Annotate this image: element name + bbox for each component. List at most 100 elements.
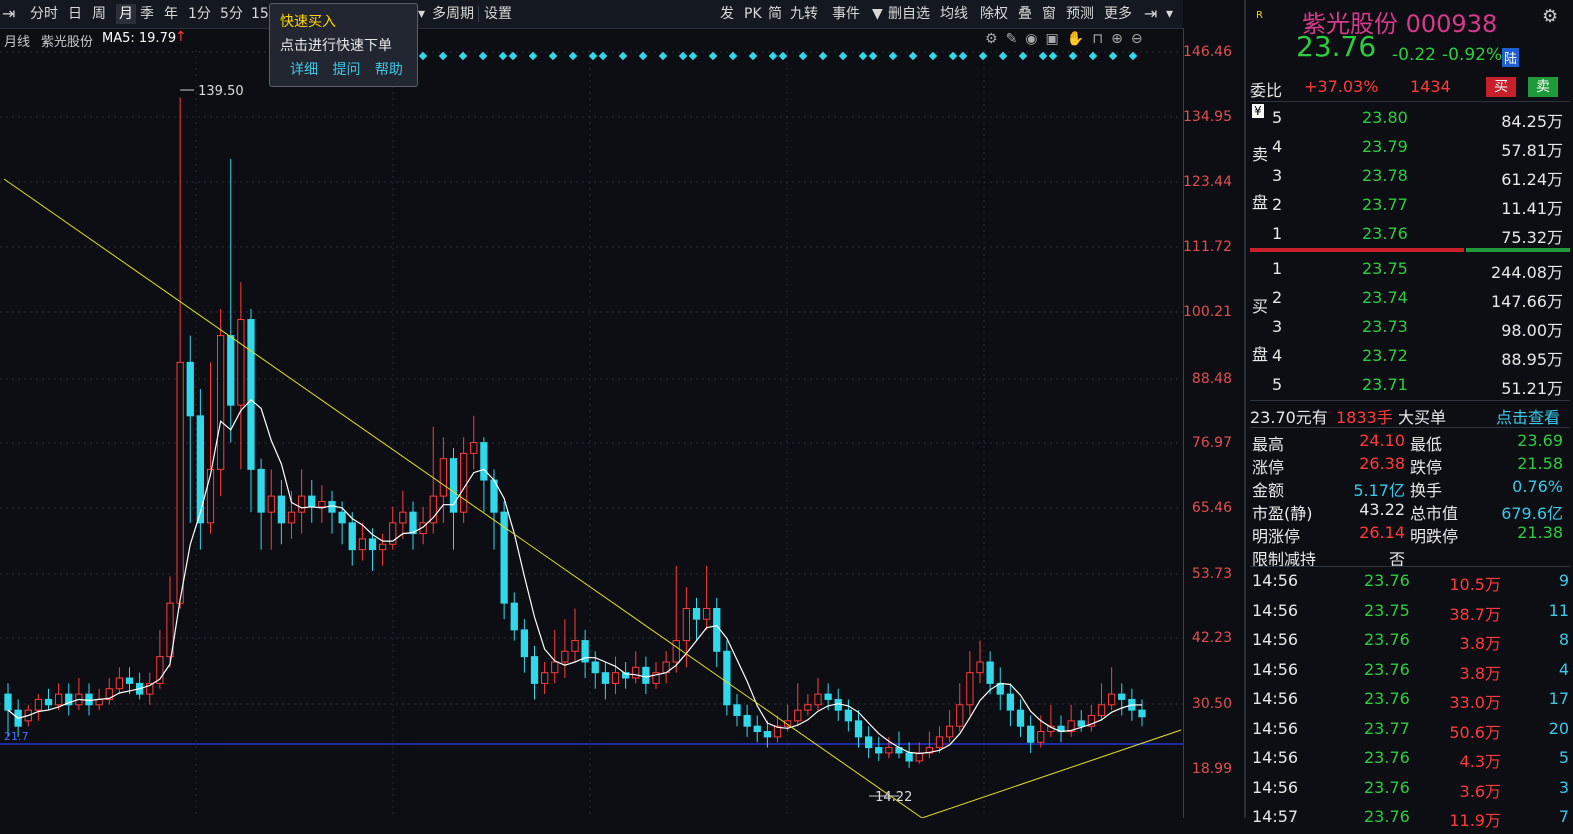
- period-tab[interactable]: 15: [251, 4, 269, 24]
- tick-amount: 11.9万: [1449, 811, 1501, 830]
- signal-marker: [958, 51, 968, 61]
- quick-buy-popup[interactable]: 快速买入 点击进行快速下单 详细 提问 帮助: [269, 3, 418, 87]
- price-axis-tick: 88.48: [1191, 371, 1232, 387]
- collapse-right-icon[interactable]: ⇥: [1144, 4, 1157, 24]
- toolbar-settings[interactable]: 设置: [484, 4, 512, 24]
- zoom-in-icon[interactable]: ⊕: [1111, 31, 1131, 47]
- candle-body: [510, 602, 518, 631]
- toolbar-item[interactable]: 均线: [940, 4, 968, 24]
- level: 3: [1272, 317, 1283, 336]
- candle-body: [480, 442, 488, 481]
- tick-price: 23.76: [1364, 571, 1410, 590]
- lock-icon[interactable]: ⊓: [1092, 31, 1111, 47]
- signal-marker: [548, 51, 558, 61]
- toolbar-item[interactable]: 事件: [832, 4, 860, 24]
- candle-body: [591, 661, 599, 674]
- stat-value: 5.17亿: [1353, 481, 1405, 500]
- bigorder-link[interactable]: 点击查看: [1496, 404, 1560, 428]
- stat-value: 24.10: [1359, 431, 1405, 450]
- dropdown-arrow-icon[interactable]: ▾: [418, 4, 425, 24]
- toolbar-item[interactable]: 窗: [1042, 4, 1056, 24]
- candle-body: [1037, 731, 1045, 743]
- period-tab[interactable]: 分时: [30, 4, 58, 24]
- up-arrow-icon: ↑: [175, 29, 187, 45]
- signal-marker: [1048, 51, 1058, 61]
- period-tab[interactable]: 年: [164, 4, 178, 24]
- level: 5: [1272, 108, 1283, 127]
- signal-marker: [748, 51, 758, 61]
- candle-body: [338, 511, 346, 524]
- order-price: 23.72: [1362, 346, 1408, 365]
- signal-marker: [728, 51, 738, 61]
- signal-marker: [478, 51, 488, 61]
- toolbar-item[interactable]: 简: [768, 4, 782, 24]
- order-price: 23.74: [1362, 288, 1408, 307]
- period-tab[interactable]: 日: [68, 4, 82, 24]
- period-tab[interactable]: 1分: [188, 4, 211, 24]
- level: 2: [1272, 195, 1283, 214]
- stat-label: 明跌停: [1410, 527, 1459, 546]
- candle-body: [814, 693, 822, 706]
- candlestick-chart[interactable]: 139.50 14.22 21.7: [0, 50, 1183, 818]
- toolbar-item[interactable]: 九转: [790, 4, 818, 24]
- toolbar-item[interactable]: 预测: [1066, 4, 1094, 24]
- expand-left-icon[interactable]: ⇥: [2, 4, 15, 24]
- basket-icon[interactable]: ▣: [1046, 31, 1067, 47]
- stock-label: 紫光股份: [41, 35, 94, 50]
- order-volume: 57.81万: [1501, 141, 1563, 160]
- toolbar-item[interactable]: 更多: [1104, 4, 1132, 24]
- toolbar-item[interactable]: 删自选: [888, 4, 930, 24]
- level: 1: [1272, 224, 1283, 243]
- period-tab[interactable]: 周: [92, 4, 106, 24]
- toolbar-item[interactable]: ▼: [872, 4, 883, 24]
- candle-body: [176, 361, 184, 604]
- weibi-value: +37.03%: [1304, 77, 1379, 96]
- period-tab[interactable]: 季: [140, 4, 154, 24]
- stat-label: 换手: [1410, 481, 1443, 500]
- buy-button[interactable]: 买: [1486, 77, 1516, 97]
- toolbar-multi-period[interactable]: 多周期: [432, 4, 474, 24]
- hand-icon[interactable]: ✋: [1067, 31, 1092, 47]
- order-price: 23.77: [1362, 195, 1408, 214]
- order-price: 23.78: [1362, 166, 1408, 185]
- settings-gear-icon[interactable]: ⚙: [1542, 6, 1558, 27]
- tick-row: 14:56 23.77 50.6万 20: [1246, 718, 1573, 746]
- candle-body: [824, 693, 832, 700]
- stat-value: 26.38: [1359, 454, 1405, 473]
- stat-label: 市盈(静): [1252, 504, 1313, 523]
- tick-count: 9: [1558, 571, 1569, 590]
- tick-count: 8: [1558, 630, 1569, 649]
- period-tab[interactable]: 5分: [220, 4, 243, 24]
- toolbar-item[interactable]: 叠: [1018, 4, 1032, 24]
- candle-body: [611, 672, 620, 684]
- popup-link-detail[interactable]: 详细: [290, 62, 318, 78]
- low-label: 14.22: [875, 790, 912, 805]
- price-axis: 146.46 134.95 123.44 111.72 100.21 88.48 76.97…: [1183, 28, 1244, 818]
- signal-marker: [528, 51, 538, 61]
- tick-price: 23.77: [1364, 718, 1410, 738]
- stat-value: 26.14: [1359, 523, 1405, 542]
- price-axis-tick: 123.44: [1183, 174, 1232, 190]
- trendline-up: [921, 729, 1182, 818]
- tick-amount: 3.6万: [1459, 781, 1501, 801]
- toolbar-item[interactable]: 发: [720, 4, 734, 24]
- tick-time: 14:57: [1252, 807, 1299, 826]
- eye-icon[interactable]: ◉: [1025, 31, 1045, 47]
- popup-link-ask[interactable]: 提问: [332, 62, 360, 78]
- popup-link-help[interactable]: 帮助: [375, 62, 403, 78]
- orderbook-row: 5 23.71 51.21万: [1246, 371, 1573, 399]
- sell-button[interactable]: 卖: [1528, 77, 1558, 97]
- toolbar-item[interactable]: 除权: [980, 4, 1008, 24]
- zoom-out-icon[interactable]: ⊖: [1131, 31, 1151, 47]
- candle-body: [4, 693, 12, 711]
- order-price: 23.75: [1362, 259, 1408, 278]
- draw-icon[interactable]: ✎: [1006, 31, 1026, 47]
- toolbar-item[interactable]: PK: [744, 4, 762, 24]
- settings-icon[interactable]: ⚙: [985, 31, 1006, 47]
- menu-arrow-icon[interactable]: ▾: [1166, 4, 1173, 24]
- period-tab[interactable]: 月: [116, 4, 136, 24]
- orderbook-row: 2 23.77 11.41万: [1246, 191, 1573, 219]
- price-axis-tick: 76.97: [1191, 435, 1232, 451]
- candle-body: [935, 736, 944, 749]
- candle-body: [763, 731, 772, 738]
